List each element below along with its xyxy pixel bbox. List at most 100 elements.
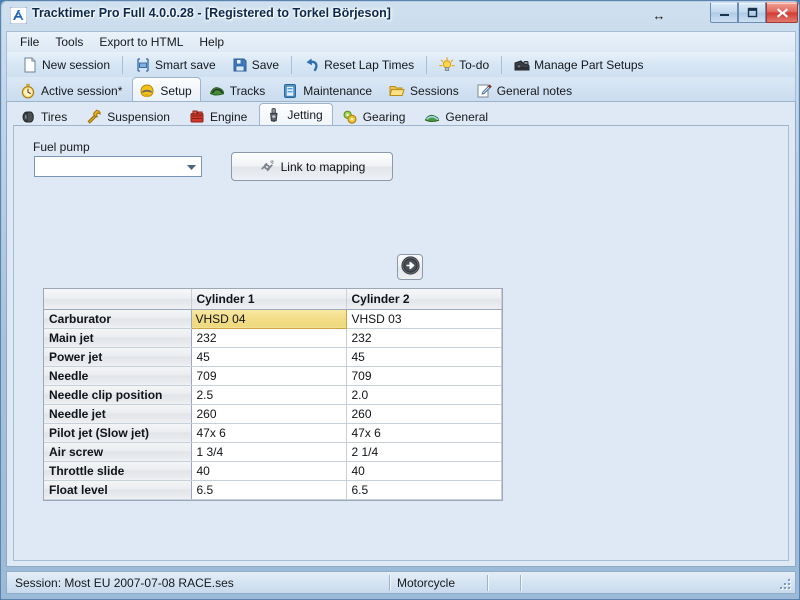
row-header-needle-jet[interactable]: Needle jet — [44, 404, 192, 424]
cell-needle-cylinder-2[interactable]: 709 — [346, 366, 502, 386]
cell-main-jet-cylinder-1[interactable]: 232 — [191, 328, 347, 348]
row-header-main-jet[interactable]: Main jet — [44, 328, 192, 348]
stopwatch-icon — [20, 83, 36, 99]
tab-setup[interactable]: Setup — [132, 77, 201, 101]
table-row[interactable]: Needle clip position 2.5 2.0 — [44, 385, 502, 405]
subtab-tires-label: Tires — [41, 109, 68, 124]
tire-icon — [20, 109, 36, 125]
undo-arrow-icon — [304, 57, 320, 73]
manage-part-setups-label: Manage Part Setups — [534, 57, 644, 72]
save-button[interactable]: Save — [224, 54, 287, 75]
subtab-gearing-label: Gearing — [362, 109, 406, 124]
cell-needle-clip-position-cylinder-2[interactable]: 2.0 — [346, 385, 502, 405]
tab-general-notes-label: General notes — [496, 84, 573, 98]
cell-carburator-cylinder-1[interactable]: VHSD 04 — [190, 308, 347, 329]
maximize-icon — [739, 3, 765, 22]
toolbar-separator — [501, 55, 503, 74]
toolbar: New session Smart save Save Reset Lap Ti… — [6, 52, 796, 77]
menu-item-export-to-html[interactable]: Export to HTML — [91, 33, 191, 51]
column-header-cylinder-2[interactable]: Cylinder 2 — [346, 289, 502, 310]
tab-maintenance[interactable]: Maintenance — [275, 80, 381, 101]
smart-save-button[interactable]: Smart save — [127, 54, 224, 75]
cell-power-jet-cylinder-2[interactable]: 45 — [346, 347, 502, 367]
table-row[interactable]: Needle jet 260 260 — [44, 404, 502, 424]
cell-air-screw-cylinder-1[interactable]: 1 3/4 — [191, 442, 347, 462]
todo-button[interactable]: To-do — [431, 54, 497, 75]
table-row[interactable]: Air screw 1 3/4 2 1/4 — [44, 442, 502, 462]
go-to-mapping-button[interactable] — [397, 254, 423, 280]
cell-pilot-jet-cylinder-1[interactable]: 47x 6 — [191, 423, 347, 443]
subtab-jetting[interactable]: Jetting — [259, 103, 333, 126]
table-row[interactable]: Pilot jet (Slow jet) 47x 6 47x 6 — [44, 423, 502, 443]
close-button[interactable] — [766, 2, 798, 23]
subtab-gearing[interactable]: Gearing — [335, 106, 416, 126]
subtab-tires[interactable]: Tires — [13, 106, 77, 126]
cell-float-level-cylinder-2[interactable]: 6.5 — [346, 480, 502, 500]
tab-general-notes[interactable]: General notes — [469, 80, 581, 101]
row-header-needle-clip-position[interactable]: Needle clip position — [44, 385, 192, 405]
status-vehicle-type: Motorcycle — [397, 576, 456, 590]
tab-setup-label: Setup — [160, 83, 192, 98]
subtab-general[interactable]: General — [417, 106, 498, 126]
table-row[interactable]: Power jet 45 45 — [44, 347, 502, 367]
manage-part-setups-button[interactable]: Manage Part Setups — [506, 54, 651, 75]
cell-main-jet-cylinder-2[interactable]: 232 — [346, 328, 502, 348]
carburetor-icon — [266, 107, 282, 123]
reset-lap-times-label: Reset Lap Times — [324, 57, 415, 72]
table-row[interactable]: Throttle slide 40 40 — [44, 461, 502, 481]
menu-item-help[interactable]: Help — [191, 33, 232, 51]
main-tab-bar: Active session* Setup Tracks Maintenance… — [6, 77, 796, 101]
menu-item-file[interactable]: File — [12, 33, 47, 51]
cell-needle-jet-cylinder-2[interactable]: 260 — [346, 404, 502, 424]
cell-carburator-cylinder-2[interactable]: VHSD 03 — [346, 309, 502, 329]
minimize-button[interactable] — [710, 2, 738, 23]
row-header-throttle-slide[interactable]: Throttle slide — [44, 461, 192, 481]
table-row[interactable]: Needle 709 709 — [44, 366, 502, 386]
new-session-button[interactable]: New session — [14, 54, 118, 75]
fuel-pump-dropdown[interactable] — [34, 156, 202, 177]
cell-needle-clip-position-cylinder-1[interactable]: 2.5 — [191, 385, 347, 405]
toolbox-parts-icon — [514, 57, 530, 73]
cell-float-level-cylinder-1[interactable]: 6.5 — [191, 480, 347, 500]
tab-tracks-label: Tracks — [229, 84, 266, 98]
cell-pilot-jet-cylinder-2[interactable]: 47x 6 — [346, 423, 502, 443]
status-divider — [389, 575, 390, 591]
reset-lap-times-button[interactable]: Reset Lap Times — [296, 54, 422, 75]
row-header-air-screw[interactable]: Air screw — [44, 442, 192, 462]
menu-bar: File Tools Export to HTML Help — [6, 31, 796, 52]
cell-air-screw-cylinder-2[interactable]: 2 1/4 — [346, 442, 502, 462]
tab-active-session[interactable]: Active session* — [13, 80, 131, 101]
table-row[interactable]: Carburator VHSD 04 VHSD 03 — [44, 308, 502, 329]
table-row[interactable]: Main jet 232 232 — [44, 328, 502, 348]
maximize-button[interactable] — [738, 2, 766, 23]
row-header-float-level[interactable]: Float level — [44, 480, 192, 500]
folder-open-icon — [389, 83, 405, 99]
row-header-needle[interactable]: Needle — [44, 366, 192, 386]
cell-throttle-slide-cylinder-2[interactable]: 40 — [346, 461, 502, 481]
lightbulb-icon — [439, 56, 455, 73]
subtab-engine[interactable]: Engine — [182, 106, 257, 126]
subtab-suspension[interactable]: Suspension — [79, 106, 180, 126]
tab-tracks[interactable]: Tracks — [202, 80, 275, 101]
resize-grip-icon[interactable] — [778, 577, 792, 591]
column-header-cylinder-1[interactable]: Cylinder 1 — [191, 289, 347, 310]
subtab-suspension-label: Suspension — [107, 109, 170, 124]
arrow-right-circle-icon — [400, 256, 420, 278]
minimize-icon — [711, 3, 737, 22]
row-header-pilot-jet[interactable]: Pilot jet (Slow jet) — [44, 423, 192, 443]
row-header-carburator[interactable]: Carburator — [44, 309, 192, 329]
cell-power-jet-cylinder-1[interactable]: 45 — [191, 347, 347, 367]
tab-sessions[interactable]: Sessions — [382, 80, 468, 101]
cell-needle-cylinder-1[interactable]: 709 — [191, 366, 347, 386]
subtab-engine-label: Engine — [209, 109, 248, 124]
link-to-mapping-button[interactable]: Link to mapping — [231, 152, 393, 181]
engine-icon — [189, 109, 205, 125]
menu-item-tools[interactable]: Tools — [47, 33, 91, 51]
column-header-blank[interactable] — [44, 289, 192, 310]
cell-throttle-slide-cylinder-1[interactable]: 40 — [191, 461, 347, 481]
cell-needle-jet-cylinder-1[interactable]: 260 — [191, 404, 347, 424]
toolbar-separator — [122, 55, 124, 74]
jetting-grid[interactable]: Cylinder 1 Cylinder 2 Carburator VHSD 04… — [43, 288, 503, 501]
table-row[interactable]: Float level 6.5 6.5 — [44, 480, 502, 500]
row-header-power-jet[interactable]: Power jet — [44, 347, 192, 367]
